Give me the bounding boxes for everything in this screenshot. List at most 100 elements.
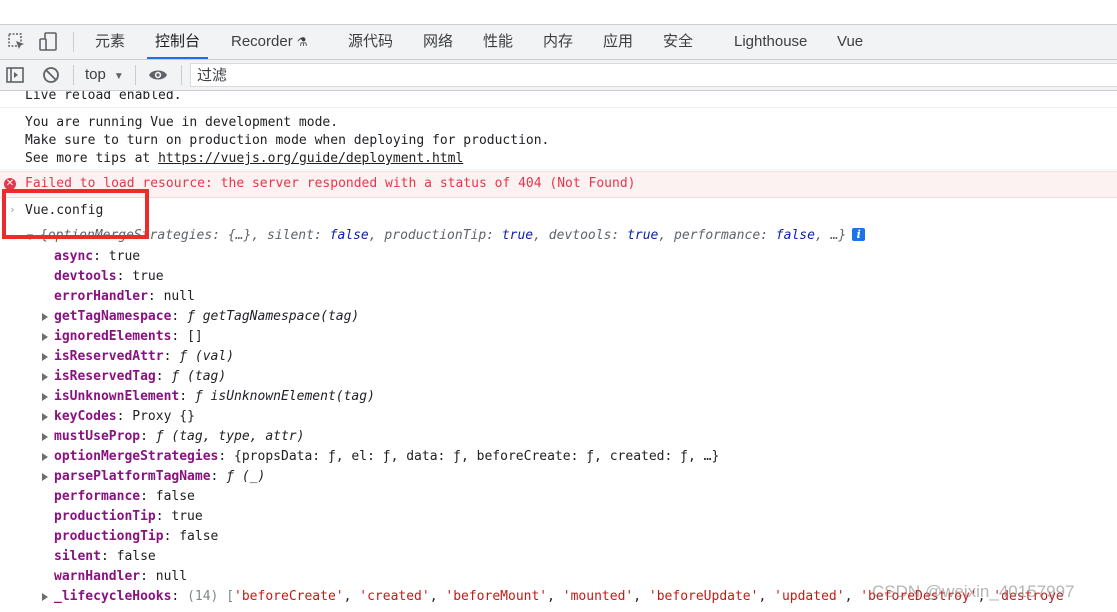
context-selector[interactable]: top ▼ [85,60,124,90]
devtools-tab-bar: 元素 控制台 Recorder ⚗ 源代码 网络 性能 内存 应用 安全 Ligh… [0,25,1117,60]
property-value: false [179,529,219,544]
info-icon[interactable]: i [852,228,866,241]
property-name: keyCodes [54,409,117,424]
console-message: Live reload enabled. [0,91,1117,108]
object-property-row[interactable]: isReservedAttr: ƒ (val) [54,347,234,367]
deployment-link[interactable]: https://vuejs.org/guide/deployment.html [158,151,463,166]
tab-memory[interactable]: 内存 [543,25,573,59]
object-property-row[interactable]: parsePlatformTagName: ƒ (_) [54,467,265,487]
inspect-element-icon[interactable] [6,31,28,53]
sidebar-toggle-icon[interactable] [5,65,25,85]
dropdown-arrow-icon: ▼ [113,71,124,82]
object-property-row: devtools: true [54,267,164,287]
filter-field[interactable] [190,63,1117,87]
property-name: isReservedTag [54,369,156,384]
property-value: null [163,289,195,304]
tab-performance[interactable]: 性能 [483,25,513,59]
summary-key: optionMergeStrategies [47,228,213,243]
collapsed-triangle-icon[interactable] [42,313,48,321]
collapsed-triangle-icon[interactable] [42,333,48,341]
tab-label: 控制台 [155,33,201,50]
clear-console-icon[interactable] [41,65,61,85]
colon-separator: : [93,249,109,264]
colon-separator: : [140,569,156,584]
device-toolbar-icon[interactable] [38,31,60,53]
collapsed-triangle-icon[interactable] [42,593,48,601]
property-name: _lifecycleHooks [54,589,172,604]
live-expression-eye-icon[interactable] [148,65,168,85]
console-input-echo: › Vue.config [0,199,1117,225]
error-icon: ✕ [4,178,16,190]
object-property-row[interactable]: keyCodes: Proxy {} [54,407,195,427]
object-property-row[interactable]: ignoredElements: [] [54,327,203,347]
property-value: {propsData: ƒ, el: ƒ, data: ƒ, beforeCre… [234,449,720,464]
colon-separator: : [171,589,188,604]
tab-recorder[interactable]: Recorder ⚗ [231,25,307,59]
object-property-row[interactable]: optionMergeStrategies: {propsData: ƒ, el… [54,447,719,467]
console-message: You are running Vue in development mode.… [0,113,1117,170]
object-property-row[interactable]: getTagNamespace: ƒ getTagNamespace(tag) [54,307,359,327]
colon-separator: : [218,449,235,464]
collapsed-triangle-icon[interactable] [42,373,48,381]
tab-label: 安全 [663,33,694,50]
object-property-row[interactable]: _lifecycleHooks: (14) ['beforeCreate', '… [54,587,1064,607]
collapsed-triangle-icon[interactable] [42,433,48,441]
context-value: top [85,66,106,83]
tab-network[interactable]: 网络 [423,25,453,59]
object-property-row[interactable]: mustUseProp: ƒ (tag, type, attr) [54,427,304,447]
collapsed-triangle-icon[interactable] [42,393,48,401]
colon-separator: : [116,409,133,424]
property-name: mustUseProp [54,429,141,444]
colon-separator: : [163,349,180,364]
property-value: true [108,249,141,264]
property-value: true [171,509,203,524]
tab-security[interactable]: 安全 [663,25,693,59]
property-name: isReservedAttr [54,349,164,364]
object-property-row: productiongTip: false [54,527,218,547]
filter-input[interactable] [191,64,1117,86]
property-name: productiongTip [54,529,164,544]
collapsed-triangle-icon[interactable] [42,473,48,481]
collapsed-triangle-icon[interactable] [42,413,48,421]
collapsed-triangle-icon[interactable] [42,453,48,461]
tab-vue[interactable]: Vue [837,25,863,59]
tab-application[interactable]: 应用 [603,25,633,59]
property-value: ƒ (tag, type, attr) [155,429,305,444]
object-property-row[interactable]: isUnknownElement: ƒ isUnknownElement(tag… [54,387,375,407]
object-property-row[interactable]: isReservedTag: ƒ (tag) [54,367,226,387]
expanded-triangle-icon[interactable]: ▼ [27,232,33,243]
tab-label: Recorder [231,33,293,50]
property-name: isUnknownElement [54,389,180,404]
property-value: ƒ (val) [179,349,235,364]
console-output: Live reload enabled. You are running Vue… [0,91,1117,612]
property-name: warnHandler [54,569,141,584]
property-name: ignoredElements [54,329,172,344]
colon-separator: : [179,389,195,404]
property-name: optionMergeStrategies [54,449,219,464]
object-property-row: warnHandler: null [54,567,187,587]
collapsed-triangle-icon[interactable] [42,353,48,361]
object-summary[interactable]: {optionMergeStrategies: {…}, silent: fal… [40,228,866,243]
tab-label: Lighthouse [734,33,808,50]
colon-separator: : [116,269,133,284]
tab-sources[interactable]: 源代码 [348,25,393,59]
colon-separator: : [155,509,172,524]
property-value: null [155,569,188,584]
summary-key: performance [674,228,761,243]
summary-value: false [329,228,369,243]
toolbar-divider [73,65,74,85]
tab-label: 应用 [603,33,634,50]
error-text: Failed to load resource: the server resp… [25,176,636,191]
property-name: devtools [54,269,117,284]
object-property-row: performance: false [54,487,195,507]
tab-elements[interactable]: 元素 [95,25,125,59]
colon-separator: : [147,289,164,304]
tab-lighthouse[interactable]: Lighthouse [734,25,807,59]
property-value: (14) ['beforeCreate', 'created', 'before… [187,589,1064,604]
tab-console[interactable]: 控制台 [146,25,209,59]
property-name: parsePlatformTagName [54,469,211,484]
message-prefix: See more tips at [25,151,159,166]
property-value: [] [187,329,203,344]
window-top-strip [0,0,1117,25]
tab-label: 内存 [543,33,574,50]
